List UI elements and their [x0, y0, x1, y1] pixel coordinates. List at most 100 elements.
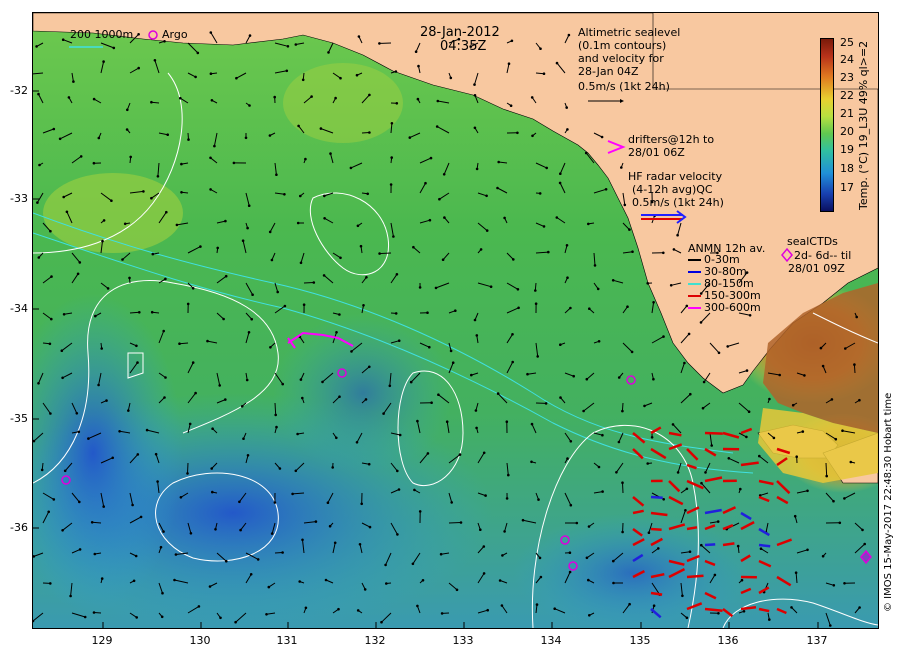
velocity-arrow-head — [72, 80, 75, 83]
velocity-arrow-head — [65, 210, 69, 214]
velocity-arrow — [187, 462, 189, 474]
velocity-arrow-head — [390, 156, 394, 159]
velocity-arrow-head — [162, 530, 165, 533]
velocity-arrow-head — [440, 612, 444, 615]
velocity-arrow-head — [501, 554, 504, 557]
velocity-arrow-head — [364, 398, 368, 401]
velocity-arrow-head — [83, 615, 87, 619]
velocity-arrow-head — [355, 73, 359, 77]
velocity-arrow-head — [100, 347, 103, 350]
velocity-arrow-head — [246, 454, 250, 457]
velocity-arrow-head — [829, 624, 832, 627]
velocity-arrow-head — [101, 239, 104, 243]
velocity-arrow-head — [97, 136, 101, 140]
velocity-arrow-head — [547, 250, 550, 254]
velocity-arrow-head — [256, 558, 260, 561]
velocity-arrow-head — [382, 412, 385, 415]
velocity-arrow-head — [239, 528, 242, 532]
velocity-arrow-head — [235, 76, 238, 80]
velocity-arrow-head — [858, 398, 861, 402]
velocity-arrow-head — [643, 404, 646, 408]
velocity-arrow-head — [428, 218, 432, 222]
velocity-arrow-head — [145, 428, 149, 432]
velocity-arrow-head — [136, 453, 140, 456]
velocity-arrow-head — [323, 217, 326, 220]
velocity-arrow-head — [587, 222, 590, 226]
velocity-arrow-head — [304, 157, 307, 161]
velocity-arrow-head — [768, 618, 771, 621]
velocity-arrow-head — [58, 137, 62, 141]
velocity-arrow-head — [127, 409, 130, 412]
sst-yellow-patch — [283, 63, 403, 143]
altimetry-note-line3: and velocity for — [578, 52, 664, 65]
velocity-arrow-head — [631, 250, 634, 253]
velocity-arrow-head — [334, 96, 337, 100]
velocity-arrow-head — [225, 559, 228, 563]
velocity-arrow-head — [283, 193, 286, 196]
velocity-arrow-head — [247, 204, 251, 207]
velocity-arrow-head — [437, 393, 440, 397]
colorbar-tick: 19 — [840, 143, 854, 156]
velocity-arrow-head — [356, 224, 360, 228]
velocity-arrow-head — [197, 605, 201, 608]
velocity-arrow-head — [565, 244, 569, 247]
map-svg — [33, 13, 878, 628]
velocity-arrow-head — [497, 160, 501, 164]
velocity-arrow-head — [161, 591, 164, 595]
velocity-arrow-head — [597, 465, 601, 469]
velocity-arrow-head — [156, 175, 160, 178]
velocity-arrow-head — [485, 229, 489, 232]
velocity-arrow-head — [858, 606, 861, 609]
velocity-arrow-head — [397, 488, 401, 491]
velocity-arrow-head — [355, 441, 359, 444]
velocity-arrow-head — [396, 469, 399, 473]
velocity-arrow-head — [224, 274, 228, 278]
velocity-arrow-head — [652, 604, 656, 607]
velocity-arrow-head — [565, 106, 568, 109]
velocity-arrow-head — [78, 548, 82, 551]
velocity-arrow-head — [211, 427, 214, 431]
velocity-arrow-head — [566, 128, 569, 131]
velocity-arrow — [303, 282, 314, 284]
velocity-arrow-head — [676, 471, 680, 474]
velocity-arrow-head — [585, 556, 589, 560]
velocity-arrow-head — [248, 34, 252, 37]
velocity-arrow-head — [76, 272, 80, 276]
velocity-arrow-head — [628, 228, 631, 231]
velocity-arrow-head — [611, 279, 615, 282]
velocity-arrow-head — [473, 83, 476, 86]
velocity-arrow-head — [392, 235, 395, 238]
hf-radar-arrow — [650, 591, 663, 596]
velocity-arrow-head — [301, 78, 305, 82]
velocity-arrow-head — [62, 313, 66, 316]
velocity-arrow-head — [821, 554, 825, 558]
velocity-arrow-head — [49, 582, 52, 585]
velocity-arrow-head — [394, 70, 398, 73]
velocity-arrow-head — [558, 181, 562, 185]
velocity-arrow-head — [350, 350, 353, 353]
velocity-arrow-head — [473, 94, 477, 97]
velocity-arrow-head — [454, 309, 457, 313]
velocity-arrow-head — [164, 277, 167, 281]
velocity-arrow-head — [278, 467, 282, 470]
velocity-arrow-head — [301, 538, 304, 542]
y-tick-label: -36 — [10, 521, 28, 534]
velocity-arrow-head — [337, 607, 340, 611]
velocity-arrow-head — [600, 135, 604, 139]
velocity-arrow-head — [426, 452, 430, 455]
velocity-arrow-head — [418, 286, 422, 289]
velocity-arrow-head — [689, 392, 692, 396]
velocity-arrow-head — [429, 156, 433, 160]
velocity-arrow-head — [699, 292, 703, 295]
velocity-arrow-head — [137, 33, 140, 36]
velocity-arrow-head — [530, 422, 534, 426]
velocity-arrow-head — [498, 579, 502, 582]
velocity-arrow-head — [626, 305, 629, 309]
velocity-arrow-head — [479, 528, 482, 531]
x-tick-label: 129 — [91, 634, 113, 647]
colorbar-tick: 23 — [840, 71, 854, 84]
velocity-arrow-head — [36, 201, 39, 204]
velocity-arrow-head — [322, 274, 326, 277]
velocity-arrow-head — [439, 552, 443, 556]
velocity-arrow-head — [380, 620, 383, 624]
